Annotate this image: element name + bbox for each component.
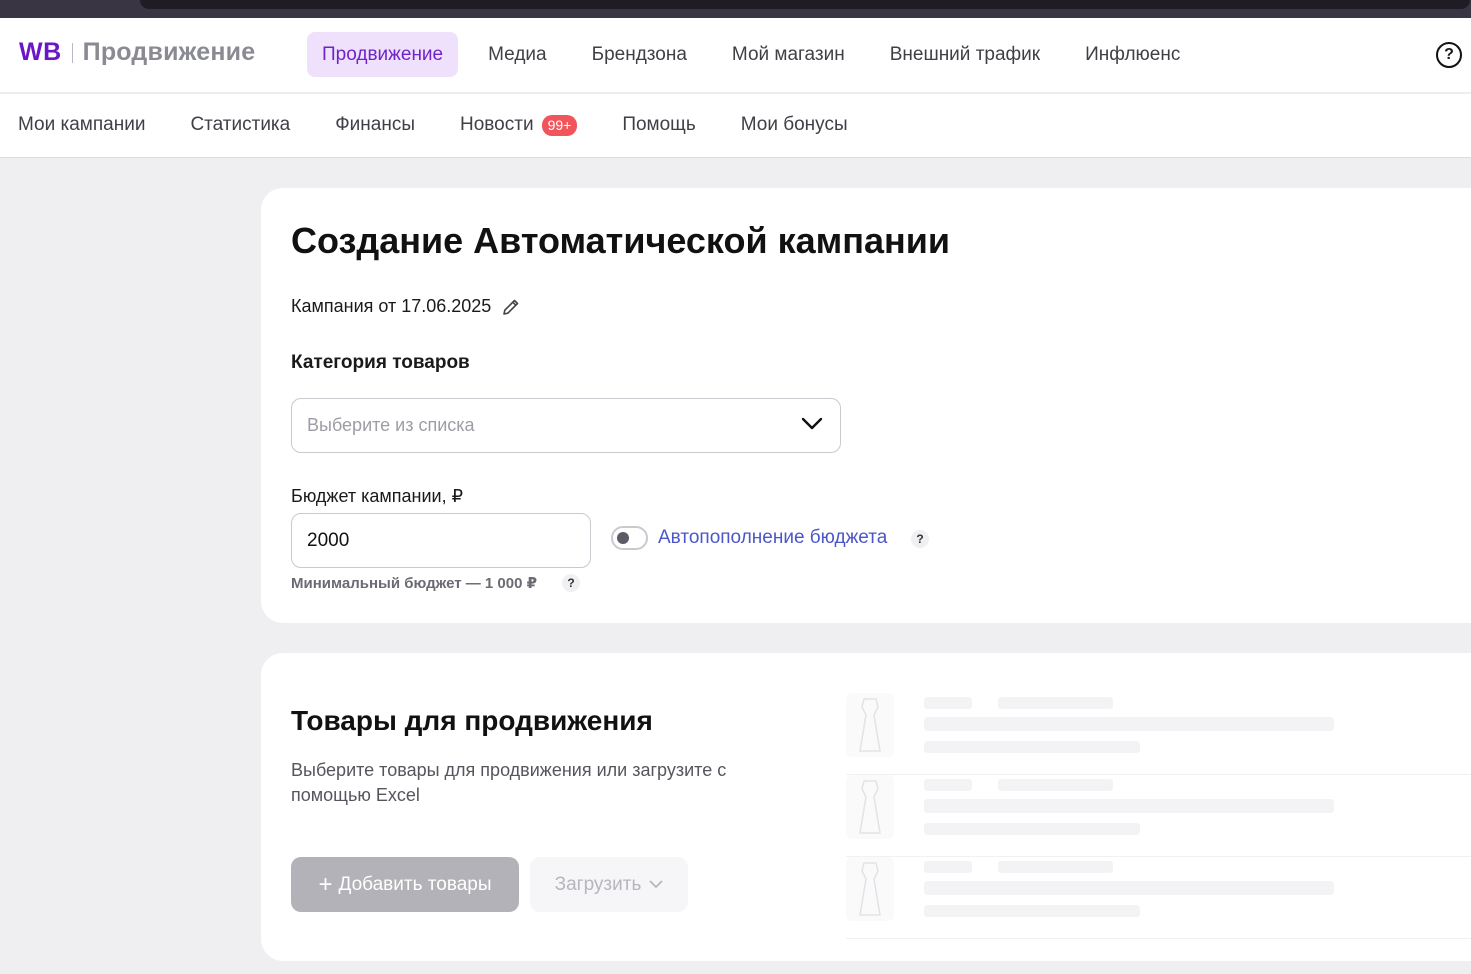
- add-products-label: Добавить товары: [338, 873, 492, 895]
- autofill-help-icon[interactable]: ?: [911, 530, 929, 548]
- subnav-label: Мои кампании: [18, 114, 146, 135]
- subnav-label: Новости: [460, 114, 534, 135]
- subnav-item-finance[interactable]: Финансы: [335, 114, 415, 136]
- dress-placeholder-icon: [846, 693, 894, 757]
- nav-item-influence[interactable]: Инфлюенс: [1070, 32, 1195, 77]
- products-card: Товары для продвижения Выберите товары д…: [261, 653, 1471, 961]
- skeleton-row: [846, 775, 1471, 857]
- subnav-item-my-bonuses[interactable]: Мои бонусы: [741, 114, 848, 136]
- category-placeholder: Выберите из списка: [307, 415, 475, 435]
- nav-item-media[interactable]: Медиа: [473, 32, 561, 77]
- logo[interactable]: WB Продвижение: [19, 38, 255, 67]
- subnav-label: Статистика: [190, 114, 291, 135]
- subnav-label: Финансы: [335, 114, 416, 135]
- plus-icon: +: [318, 870, 333, 898]
- products-skeleton: [846, 693, 1471, 939]
- nav-item-external-traffic[interactable]: Внешний трафик: [875, 32, 1055, 77]
- autofill-link[interactable]: Автопополнение бюджета: [658, 527, 887, 549]
- budget-label: Бюджет кампании, ₽: [291, 486, 464, 506]
- budget-input[interactable]: 2000: [291, 513, 591, 568]
- logo-text: Продвижение: [82, 38, 256, 66]
- help-icon[interactable]: ?: [1436, 42, 1462, 68]
- logo-divider: [71, 42, 73, 63]
- campaign-name: Кампания от 17.06.2025: [291, 296, 521, 317]
- subnav-item-my-campaigns[interactable]: Мои кампании: [18, 114, 145, 136]
- campaign-settings-card: Создание Автоматической кампании Кампани…: [261, 188, 1471, 623]
- subnav-item-help[interactable]: Помощь: [622, 114, 695, 136]
- chevron-down-icon: [649, 880, 663, 888]
- sub-nav: Мои кампании Статистика Финансы Новости …: [0, 94, 1471, 158]
- products-title: Товары для продвижения: [291, 705, 653, 736]
- products-description: Выберите товары для продвижения или загр…: [291, 760, 727, 805]
- dress-placeholder-icon: [846, 857, 894, 921]
- min-budget-help-icon[interactable]: ?: [562, 574, 580, 592]
- upload-button[interactable]: Загрузить: [530, 857, 688, 912]
- chevron-down-icon: [801, 417, 823, 430]
- subnav-item-news[interactable]: Новости 99+: [460, 114, 578, 136]
- campaign-name-text: Кампания от 17.06.2025: [291, 296, 492, 316]
- top-header: WB Продвижение Продвижение Медиа Брендзо…: [0, 18, 1471, 93]
- page-title: Создание Автоматической кампании: [291, 220, 951, 261]
- autofill-toggle[interactable]: [611, 526, 648, 550]
- main-nav: Продвижение Медиа Брендзона Мой магазин …: [307, 32, 1210, 77]
- logo-wb: WB: [19, 38, 62, 66]
- category-select[interactable]: Выберите из списка: [291, 398, 841, 453]
- pencil-icon[interactable]: [501, 297, 521, 317]
- subnav-label: Помощь: [622, 114, 696, 135]
- subnav-label: Мои бонусы: [740, 114, 848, 135]
- browser-address-strip: [140, 0, 1470, 9]
- news-count-badge: 99+: [541, 114, 578, 136]
- add-products-button[interactable]: + Добавить товары: [291, 857, 519, 912]
- dress-placeholder-icon: [846, 775, 894, 839]
- subnav-item-statistics[interactable]: Статистика: [190, 114, 290, 136]
- min-budget-hint: Минимальный бюджет — 1 000 ₽: [291, 575, 538, 592]
- browser-chrome-strip: [0, 0, 1471, 18]
- nav-item-brandzone[interactable]: Брендзона: [577, 32, 702, 77]
- upload-label: Загрузить: [554, 873, 642, 895]
- nav-item-promotion[interactable]: Продвижение: [307, 32, 459, 77]
- nav-item-my-store[interactable]: Мой магазин: [717, 32, 860, 77]
- skeleton-row: [846, 857, 1471, 939]
- skeleton-row: [846, 693, 1471, 775]
- category-label: Категория товаров: [291, 352, 470, 373]
- toggle-knob: [617, 532, 629, 544]
